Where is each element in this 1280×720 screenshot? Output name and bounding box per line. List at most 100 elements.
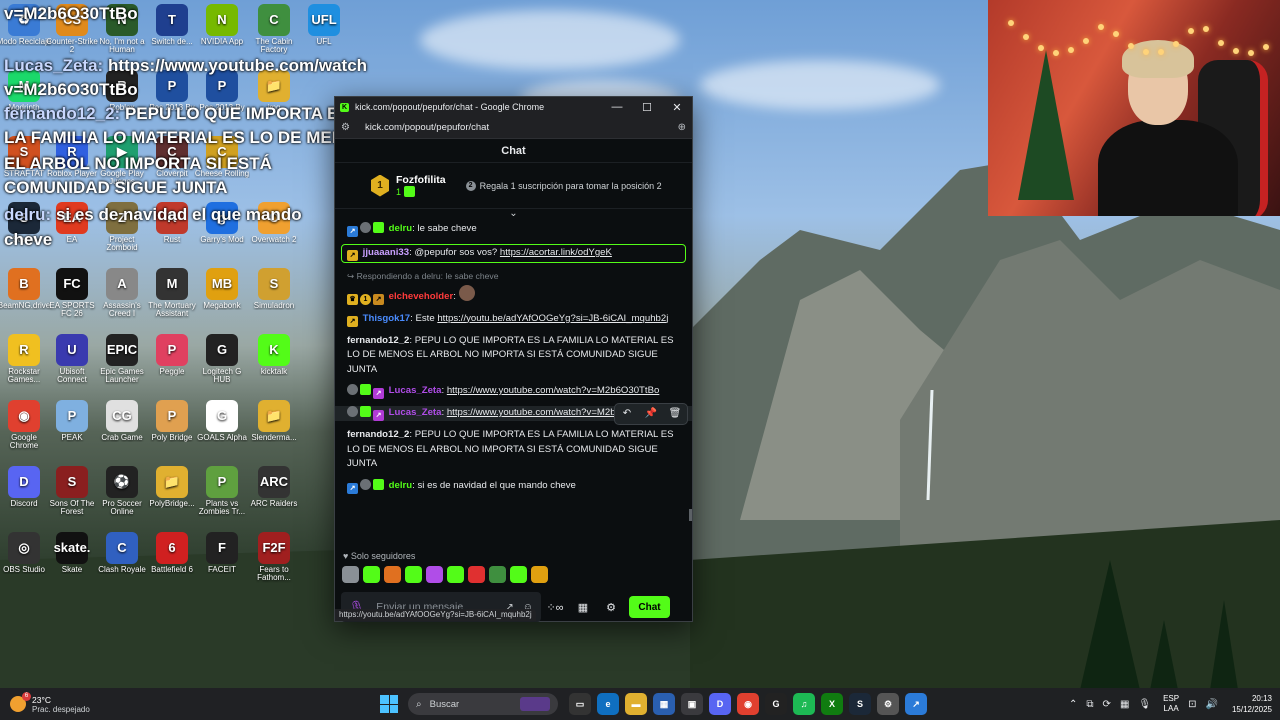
- chat-username[interactable]: fernando12_2: [347, 429, 409, 440]
- chat-message[interactable]: fernando12_2: PEPU LO QUE IMPORTA ES LA …: [347, 428, 686, 472]
- address-bar[interactable]: ⚙ kick.com/popout/pepufor/chat ⊕: [335, 117, 692, 139]
- logitech-taskbar-icon[interactable]: G: [765, 693, 787, 715]
- photos-icon[interactable]: ▣: [681, 693, 703, 715]
- kick-taskbar-icon[interactable]: ↗: [905, 693, 927, 715]
- search-placeholder[interactable]: Buscar: [430, 699, 520, 710]
- file-explorer-icon[interactable]: ▬: [625, 693, 647, 715]
- maximize-button[interactable]: ☐: [632, 97, 662, 117]
- chat-username[interactable]: Thisgok17: [363, 313, 410, 324]
- desktop-icon[interactable]: MB Megabonk: [194, 268, 250, 332]
- gift-leaderboard[interactable]: 1 Fozfofilita 1 2 Regala 1 suscripción p…: [335, 163, 692, 209]
- tray-chevron-icon[interactable]: ⌃: [1069, 699, 1077, 710]
- clock[interactable]: 20:13 15/12/2025: [1232, 693, 1272, 715]
- tray-app-icon[interactable]: ⧉: [1086, 699, 1093, 710]
- chat-message[interactable]: ↗ Lucas_Zeta: https://www.youtube.com/wa…: [347, 384, 686, 399]
- chat-message[interactable]: ↗ delru: si es de navidad el que mando c…: [347, 478, 686, 494]
- emote-icon[interactable]: [405, 566, 422, 583]
- desktop-icon[interactable]: skate. Skate: [44, 532, 100, 596]
- emote-icon[interactable]: [363, 566, 380, 583]
- close-button[interactable]: ✕: [662, 97, 692, 117]
- desktop-icon[interactable]: Kkicktalk: [246, 334, 302, 398]
- chat-username[interactable]: elcheveholder: [389, 291, 454, 302]
- tray-app2-icon[interactable]: ▦: [1120, 699, 1129, 710]
- chat-message[interactable]: ↗ Thisgok17: Este https://youtu.be/adYAf…: [347, 312, 686, 327]
- site-info-icon[interactable]: ⚙: [341, 122, 355, 133]
- chat-username[interactable]: Lucas_Zeta: [389, 407, 442, 418]
- desktop-icon[interactable]: 6 Battlefield 6: [144, 532, 200, 596]
- chat-message-mention[interactable]: ↗ jjuaaani33: @pepufor sos vos? https://…: [341, 244, 686, 263]
- desktop-icon[interactable]: U Ubisoft Connect: [44, 334, 100, 398]
- emote-icon[interactable]: [489, 566, 506, 583]
- chat-link[interactable]: https://acortar.link/odYgeK: [500, 247, 612, 258]
- gift-prompt[interactable]: 2 Regala 1 suscripción para tomar la pos…: [465, 180, 662, 191]
- emote-icon[interactable]: [426, 566, 443, 583]
- store-app-icon[interactable]: ▦: [653, 693, 675, 715]
- collapse-chevron-icon[interactable]: ⌄: [335, 209, 692, 219]
- emote-icon[interactable]: [342, 566, 359, 583]
- desktop-icon[interactable]: F2F Fears to Fathom...: [246, 532, 302, 596]
- microphone-tray-icon[interactable]: 🎙: [1138, 699, 1151, 710]
- desktop-icon[interactable]: P Peggle: [144, 334, 200, 398]
- windows-start-icon[interactable]: [380, 695, 398, 713]
- store-icon[interactable]: ▦: [569, 601, 597, 614]
- desktop-icon[interactable]: ARC ARC Raiders: [246, 466, 302, 530]
- discord-taskbar-icon[interactable]: D: [709, 693, 731, 715]
- weather-widget[interactable]: 6 23°C Prac. despejado: [0, 692, 200, 714]
- settings-taskbar-icon[interactable]: ⚙: [877, 693, 899, 715]
- top-gifter-name[interactable]: Fozfofilita: [396, 174, 446, 186]
- language-indicator[interactable]: ESP LAA: [1163, 694, 1179, 714]
- desktop-icon[interactable]: 📁 PolyBridge...: [144, 466, 200, 530]
- desktop-icon[interactable]: S Sons Of The Forest: [44, 466, 100, 530]
- taskbar-search[interactable]: ⌕ Buscar: [408, 693, 558, 715]
- desktop-icon[interactable]: P Plants vs Zombies Tr...: [194, 466, 250, 530]
- url-text[interactable]: kick.com/popout/pepufor/chat: [365, 122, 678, 133]
- desktop-icon[interactable]: M The Mortuary Assistant: [144, 268, 200, 332]
- desktop-icon[interactable]: P Poly Bridge: [144, 400, 200, 464]
- task-view-icon[interactable]: ▭: [569, 693, 591, 715]
- network-icon[interactable]: ⊡: [1188, 699, 1196, 710]
- chat-scrollbar[interactable]: [689, 509, 692, 521]
- reply-icon[interactable]: ↶: [615, 404, 639, 424]
- emote-icon[interactable]: [384, 566, 401, 583]
- edge-icon[interactable]: e: [597, 693, 619, 715]
- zoom-icon[interactable]: ⊕: [678, 122, 686, 133]
- chrome-taskbar-icon[interactable]: ◉: [737, 693, 759, 715]
- pin-icon[interactable]: 📌: [639, 404, 663, 424]
- chat-username[interactable]: fernando12_2: [347, 335, 409, 346]
- desktop-icon[interactable]: A Assassin's Creed I: [94, 268, 150, 332]
- chat-username[interactable]: delru: [389, 223, 412, 234]
- minimize-button[interactable]: —: [602, 97, 632, 117]
- desktop-icon[interactable]: S Simuladron: [246, 268, 302, 332]
- desktop-icon[interactable]: 📁 img: [246, 70, 302, 134]
- desktop-icon[interactable]: FC EA SPORTS FC 26: [44, 268, 100, 332]
- desktop-icon[interactable]: P Pes 2013 By: [144, 70, 200, 134]
- tray-sync-icon[interactable]: ⟳: [1103, 699, 1111, 710]
- steam-taskbar-icon[interactable]: S: [849, 693, 871, 715]
- delete-icon[interactable]: 🗑: [663, 404, 687, 424]
- chat-username[interactable]: delru: [389, 480, 412, 491]
- settings-gear-icon[interactable]: ⚙: [597, 601, 625, 614]
- chat-link[interactable]: https://www.youtube.com/watch?v=M2b6O30T…: [447, 385, 660, 396]
- desktop-icon[interactable]: F FACEIT: [194, 532, 250, 596]
- send-chat-button[interactable]: Chat: [629, 596, 670, 618]
- emote-icon[interactable]: [468, 566, 485, 583]
- desktop-icon[interactable]: G GOALS Alpha: [194, 400, 250, 464]
- desktop-icon[interactable]: ⚽ Pro Soccer Online: [94, 466, 150, 530]
- window-titlebar[interactable]: K kick.com/popout/pepufor/chat - Google …: [335, 97, 692, 117]
- chat-message[interactable]: ↗ delru: le sabe cheve: [347, 222, 686, 237]
- emote-icon[interactable]: [447, 566, 464, 583]
- xbox-icon[interactable]: X: [821, 693, 843, 715]
- chat-link[interactable]: https://youtu.be/adYAfOOGeYg?si=JB-6iCAI…: [437, 313, 668, 324]
- spotify-icon[interactable]: ♫: [793, 693, 815, 715]
- desktop-icon[interactable]: P PEAK: [44, 400, 100, 464]
- desktop-icon[interactable]: CG Crab Game: [94, 400, 150, 464]
- desktop-icon[interactable]: 📁 Slenderma...: [246, 400, 302, 464]
- chat-message[interactable]: fernando12_2: PEPU LO QUE IMPORTA ES LA …: [347, 334, 686, 378]
- desktop-icon[interactable]: C Clash Royale: [94, 532, 150, 596]
- chat-message-reply[interactable]: ↪ Respondiendo a delru: le sabe cheve ♛ 1…: [347, 269, 686, 305]
- desktop-icon[interactable]: P Pes 2013 By: [194, 70, 250, 134]
- chat-username[interactable]: jjuaaani33: [363, 247, 409, 258]
- chat-message-list[interactable]: ↗ delru: le sabe cheve ↗ jjuaaani33: @pe…: [335, 219, 692, 549]
- desktop-icon[interactable]: EPIC Epic Games Launcher: [94, 334, 150, 398]
- volume-icon[interactable]: 🔊: [1206, 699, 1218, 710]
